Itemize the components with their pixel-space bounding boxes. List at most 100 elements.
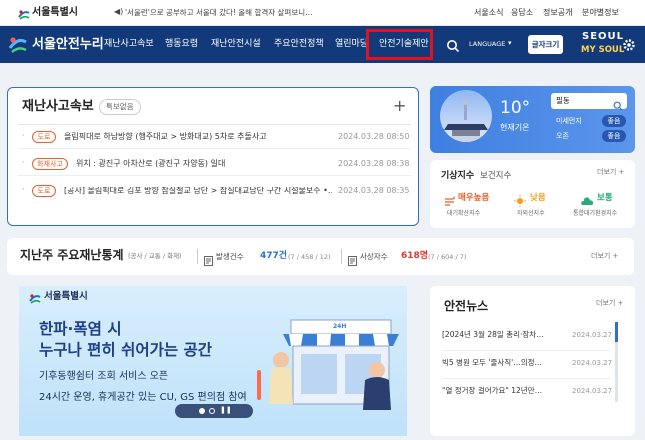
pager-dot[interactable]: [209, 408, 215, 414]
divider: [18, 124, 411, 125]
menu-action-guide[interactable]: 행동요령: [165, 40, 198, 49]
temperature-label: 현재기온: [500, 123, 530, 132]
index-label-dispersion: 대기확산지수: [447, 210, 481, 217]
index-label-air: 통합대기환경지수: [573, 210, 618, 217]
weekly-stats-more-link[interactable]: 더보기 +: [591, 253, 618, 260]
gear-icon[interactable]: [622, 37, 636, 51]
occurrence-label: 발생건수: [216, 252, 244, 261]
sun-icon: [514, 192, 526, 207]
speaker-icon: ◀): [114, 7, 124, 16]
news-row-text[interactable]: 위치 : 광진구 아차산로 (광진구 자양동) 일대: [76, 160, 225, 168]
ozone-value: 좋음: [602, 130, 626, 142]
category-tag: 도로: [32, 185, 56, 197]
menu-safety-facilities[interactable]: 재난안전시설: [211, 40, 261, 49]
news-row[interactable]: · 화재사고 위치 : 광진구 아차산로 (광진구 자양동) 일대 2024.0…: [18, 153, 411, 175]
news-ticker[interactable]: '서울런'으로 공부하고 서울대 갔다! 올해 합격자 살펴보니…: [125, 9, 313, 17]
news-row[interactable]: · 도로 [공사] 올림픽대로 김포 방향 잠실철교 남단 > 잠실대교남단 구…: [18, 180, 411, 202]
pager-dot-active[interactable]: [199, 408, 205, 414]
safety-news-text[interactable]: [2024년 3월 28일 총리·장차…: [442, 331, 544, 339]
top-link-news[interactable]: 서울소식: [474, 9, 503, 17]
seoul-my-soul-logo[interactable]: SEOUL MY SOUL: [581, 30, 625, 60]
top-link-fields[interactable]: 분야별정보: [582, 9, 619, 17]
search-icon[interactable]: [446, 38, 460, 53]
district-select[interactable]: 필동: [551, 93, 627, 111]
safety-news-date: 2024.03.27: [572, 331, 613, 339]
seoul-logo-icon: [29, 290, 41, 304]
language-selector[interactable]: LANGUAGE: [469, 41, 505, 48]
banner-line-2: 24시간 운영, 휴게공간 있는 CU, GS 편의점 참여: [39, 392, 247, 403]
scrollbar-thumb[interactable]: [615, 322, 618, 342]
index-value-dispersion: 매우높음: [458, 193, 490, 203]
safety-logo-icon[interactable]: [8, 35, 28, 55]
disaster-news-title: 재난사고속보: [22, 99, 94, 114]
store-sign: 24H: [333, 323, 347, 330]
wind-dispersion-icon: [444, 192, 456, 206]
banner-headline-2: 누구나 편히 쉬어가는 공간: [39, 341, 213, 359]
casualty-detail: (7 / 604 / 7): [428, 253, 467, 261]
cloud-icon: [580, 192, 594, 205]
menu-open-forum[interactable]: 열린마당: [335, 40, 368, 49]
safety-news-card: 안전뉴스 더보기 + [2024년 3월 28일 총리·장차… 2024.03.…: [430, 286, 635, 436]
category-tag: 화재사고: [32, 158, 68, 170]
font-size-button[interactable]: 글자크기: [528, 35, 563, 54]
weather-index-more-link[interactable]: 더보기 +: [597, 169, 624, 176]
menu-tech-proposal[interactable]: 안전기술제안: [379, 40, 429, 49]
top-logo-text[interactable]: 서울특별시: [32, 8, 78, 18]
district-label: 필동: [556, 96, 570, 105]
banner-line-1: 기후동행쉼터 조회 서비스 오픈: [39, 371, 169, 382]
alert-status-badge: 특보없음: [99, 99, 141, 115]
menu-safety-policy[interactable]: 주요안전정책: [274, 40, 324, 49]
news-row-text[interactable]: 올림픽대로 하남방향 (행주대교 > 방화대교) 5차로 추돌사고: [64, 133, 267, 141]
index-label-uv: 자외선지수: [517, 210, 545, 217]
news-row-text[interactable]: [공사] 올림픽대로 김포 방향 잠실철교 남단 > 잠실대교남단 구간 시설물…: [64, 187, 332, 195]
news-row-date: 2024.03.28 08:35: [338, 186, 410, 195]
seoul-landmark-illustration: [440, 90, 492, 142]
weather-index-card: 기상지수 보건지수 더보기 + 매우높음 대기확산지수 낮음 자외선지수 보통 …: [430, 160, 635, 228]
disaster-news-card: 재난사고속보 특보없음 + · 도로 올림픽대로 하남방향 (행주대교 > 방화…: [7, 87, 419, 226]
list-item[interactable]: 빅5 병원 모두 '줄사직'…의정… 2024.03.27: [442, 354, 613, 374]
list-item[interactable]: [2024년 3월 28일 총리·장차… 2024.03.27: [442, 326, 613, 346]
news-row-date: 2024.03.28 08:50: [338, 132, 410, 141]
seoul-logo-icon[interactable]: [18, 6, 30, 20]
list-item[interactable]: "열 정거장 걸어가요" 12년만… 2024.03.27: [442, 382, 613, 402]
index-value-uv: 낮음: [530, 193, 546, 203]
safety-news-title: 안전뉴스: [444, 299, 489, 313]
safety-news-more-link[interactable]: 더보기 +: [596, 300, 623, 307]
search-icon[interactable]: [613, 96, 623, 111]
temperature: 10°: [500, 98, 531, 118]
promo-banner[interactable]: 서울특별시 한파·폭염 시 누구나 편히 쉬어가는 공간 기후동행쉼터 조회 서…: [19, 286, 407, 436]
pause-icon[interactable]: ❚❚: [220, 407, 232, 414]
weather-index-title: 기상지수: [441, 171, 475, 181]
fine-dust-label: 미세먼지: [556, 117, 582, 125]
weather-index-subtitle[interactable]: 보건지수: [480, 172, 511, 181]
weekly-stats-bar: 지난주 주요재난통계 (공사 / 교통 / 화재) 발생건수 477건 (7 /…: [7, 238, 634, 275]
top-link-response[interactable]: 응답소: [511, 9, 533, 17]
site-logo-text[interactable]: 서울안전누리: [32, 38, 104, 51]
safety-news-text[interactable]: 빅5 병원 모두 '줄사직'…의정…: [442, 359, 542, 367]
main-navigation: 서울안전누리 재난사고속보 행동요령 재난안전시설 주요안전정책 열린마당 안전…: [0, 26, 645, 63]
scrollbar[interactable]: [615, 322, 618, 402]
weekly-stats-title: 지난주 주요재난통계: [20, 248, 124, 262]
casualty-label: 사상자수: [360, 252, 388, 261]
news-row[interactable]: · 도로 올림픽대로 하남방향 (행주대교 > 방화대교) 5차로 추돌사고 2…: [18, 126, 411, 148]
chevron-down-icon[interactable]: ▾: [508, 40, 512, 47]
ozone-label: 오존: [556, 132, 569, 140]
safety-news-text[interactable]: "열 정거장 걸어가요" 12년만…: [442, 387, 542, 395]
document-icon: [204, 251, 213, 266]
category-tag: 도로: [32, 131, 56, 143]
menu-disaster-news[interactable]: 재난사고속보: [104, 40, 154, 49]
occurrence-detail: (7 / 458 / 12): [288, 253, 331, 261]
slogan-line2: MY SOUL: [581, 45, 625, 55]
slogan-line1: SEOUL: [582, 31, 625, 42]
safety-news-date: 2024.03.27: [572, 359, 613, 367]
index-value-air: 보통: [597, 193, 613, 203]
top-utility-bar: 서울특별시 ◀) '서울런'으로 공부하고 서울대 갔다! 올해 합격자 살펴보…: [0, 0, 645, 26]
banner-logo-text: 서울특별시: [44, 291, 88, 302]
plus-icon[interactable]: +: [393, 98, 406, 114]
fine-dust-value: 좋음: [602, 115, 626, 127]
banner-headline-1: 한파·폭염 시: [39, 320, 122, 338]
convenience-store-illustration: 24H: [251, 300, 403, 410]
top-link-disclosure[interactable]: 정보공개: [543, 9, 572, 17]
weekly-stats-subtitle: (공사 / 교통 / 화재): [128, 252, 182, 260]
safety-news-date: 2024.03.27: [572, 387, 613, 395]
